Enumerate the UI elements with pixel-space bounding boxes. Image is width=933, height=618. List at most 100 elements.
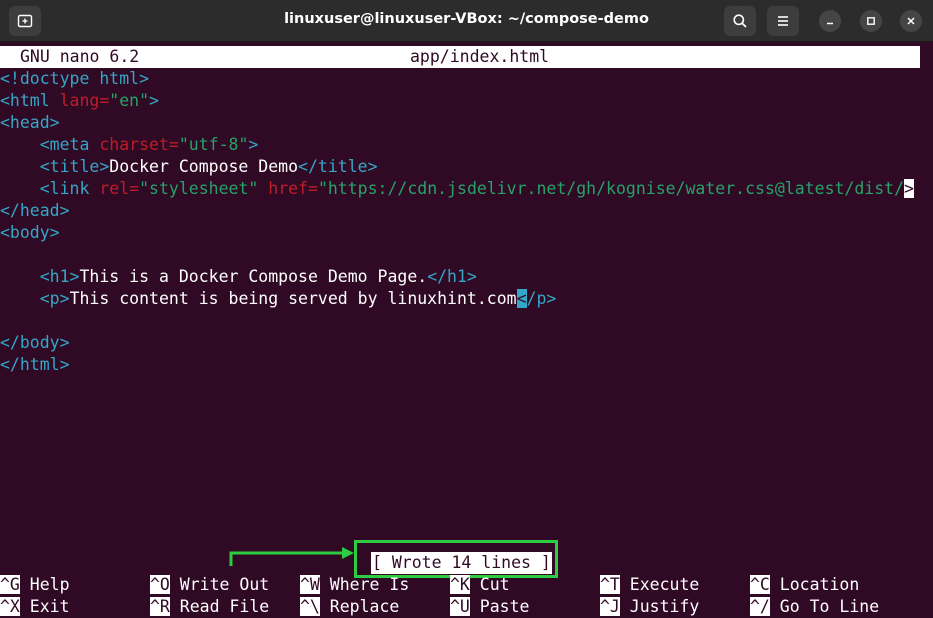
shortcut-item: ^G Help	[0, 574, 70, 596]
editor-line: <!doctype html>	[0, 68, 149, 90]
shortcut-key: ^\	[300, 597, 320, 616]
shortcut-key: ^C	[750, 575, 770, 594]
search-button[interactable]	[724, 6, 756, 36]
editor-line: </html>	[0, 354, 70, 376]
editor-line: <meta charset="utf-8">	[0, 134, 259, 156]
terminal-area[interactable]: GNU nano 6.2 app/index.html <!doctype ht…	[0, 46, 933, 617]
maximize-icon	[867, 17, 875, 25]
code-token: Docker Compose Demo	[109, 157, 299, 176]
shortcut-label: Go To Line	[769, 597, 880, 616]
code-token: <p>	[39, 289, 70, 308]
code-token: <body>	[0, 223, 60, 242]
shortcut-item: ^J Justify	[600, 596, 699, 618]
shortcut-key: ^O	[150, 575, 170, 594]
minimize-icon	[827, 22, 833, 25]
code-token: This content is being served by linuxhin…	[69, 289, 517, 308]
editor-line: <head>	[0, 112, 60, 134]
text-cursor: <	[516, 289, 527, 308]
nano-filename: app/index.html	[410, 47, 550, 66]
close-icon	[907, 17, 915, 25]
editor-line: <link rel="stylesheet" href="https://cdn…	[0, 178, 914, 200]
shortcut-label: Paste	[469, 597, 530, 616]
code-token: lang=	[59, 91, 110, 110]
scrollbar[interactable]	[923, 46, 933, 617]
code-token: <meta	[39, 135, 100, 154]
shortcut-key: ^/	[750, 597, 770, 616]
code-token: <title>	[39, 157, 110, 176]
nano-version: GNU nano 6.2	[20, 47, 140, 66]
annotation-highlight-box	[354, 540, 558, 578]
code-token: /p>	[526, 289, 557, 308]
shortcut-label: Execute	[619, 575, 700, 594]
code-token: <h1>	[39, 267, 80, 286]
shortcut-key: ^X	[0, 597, 20, 616]
shortcut-label: Read File	[169, 597, 270, 616]
hamburger-menu-icon	[778, 16, 788, 26]
window-titlebar: linuxuser@linuxuser-VBox: ~/compose-demo	[0, 0, 933, 42]
shortcut-label: Where Is	[319, 575, 410, 594]
code-token: </head>	[0, 201, 70, 220]
code-token: </html>	[0, 355, 70, 374]
code-token: </body>	[0, 333, 70, 352]
menu-button[interactable]	[767, 6, 799, 36]
code-token: rel=	[99, 179, 140, 198]
shortcut-label: Location	[769, 575, 860, 594]
shortcut-item: ^R Read File	[150, 596, 269, 618]
code-token: >	[248, 135, 259, 154]
shortcut-item: ^\ Replace	[300, 596, 399, 618]
code-token: >	[904, 179, 914, 198]
shortcut-label: Write Out	[169, 575, 270, 594]
shortcut-key: ^J	[600, 597, 620, 616]
shortcut-label: Replace	[319, 597, 400, 616]
editor-line: <body>	[0, 222, 60, 244]
shortcut-key: ^G	[0, 575, 20, 594]
code-token: <head>	[0, 113, 60, 132]
shortcut-item: ^C Location	[750, 574, 859, 596]
code-token: >	[149, 91, 159, 110]
code-token: charset=	[99, 135, 179, 154]
code-token: </title>	[298, 157, 378, 176]
close-button[interactable]	[900, 10, 922, 32]
shortcut-item: ^T Execute	[600, 574, 699, 596]
editor-line: <h1>This is a Docker Compose Demo Page.<…	[0, 266, 477, 288]
code-token: "en"	[109, 91, 150, 110]
editor-line: <p>This content is being served by linux…	[0, 288, 556, 310]
shortcut-item: ^W Where Is	[300, 574, 409, 596]
shortcut-item: ^X Exit	[0, 596, 70, 618]
shortcut-item: ^O Write Out	[150, 574, 269, 596]
shortcut-item: ^U Paste	[450, 596, 529, 618]
shortcut-label: Exit	[19, 597, 70, 616]
editor-line: <title>Docker Compose Demo</title>	[0, 156, 378, 178]
shortcut-label: Help	[19, 575, 70, 594]
shortcut-key: ^R	[150, 597, 170, 616]
shortcut-key: ^T	[600, 575, 620, 594]
code-token: "stylesheet"	[139, 179, 259, 198]
code-token: href=	[268, 179, 318, 198]
code-token: "utf-8"	[178, 135, 249, 154]
shortcut-label: Justify	[619, 597, 700, 616]
shortcut-item: ^/ Go To Line	[750, 596, 879, 618]
editor-line: <html lang="en">	[0, 90, 159, 112]
shortcut-key: ^K	[450, 575, 470, 594]
search-icon	[733, 14, 747, 28]
editor-line: </body>	[0, 332, 70, 354]
annotation-arrow	[228, 546, 356, 572]
nano-header: GNU nano 6.2 app/index.html	[0, 46, 920, 68]
code-token: <!doctype html>	[0, 69, 150, 88]
minimize-button[interactable]	[819, 10, 841, 32]
code-token: <link	[39, 179, 100, 198]
code-token: <html	[0, 91, 60, 110]
shortcut-key: ^U	[450, 597, 470, 616]
shortcut-label: Cut	[469, 575, 510, 594]
shortcut-key: ^W	[300, 575, 320, 594]
maximize-button[interactable]	[860, 10, 882, 32]
code-token: "https://cdn.jsdelivr.net/gh/kognise/wat…	[317, 179, 905, 198]
code-token: This is a Docker Compose Demo Page.	[79, 267, 428, 286]
editor-line: </head>	[0, 200, 70, 222]
